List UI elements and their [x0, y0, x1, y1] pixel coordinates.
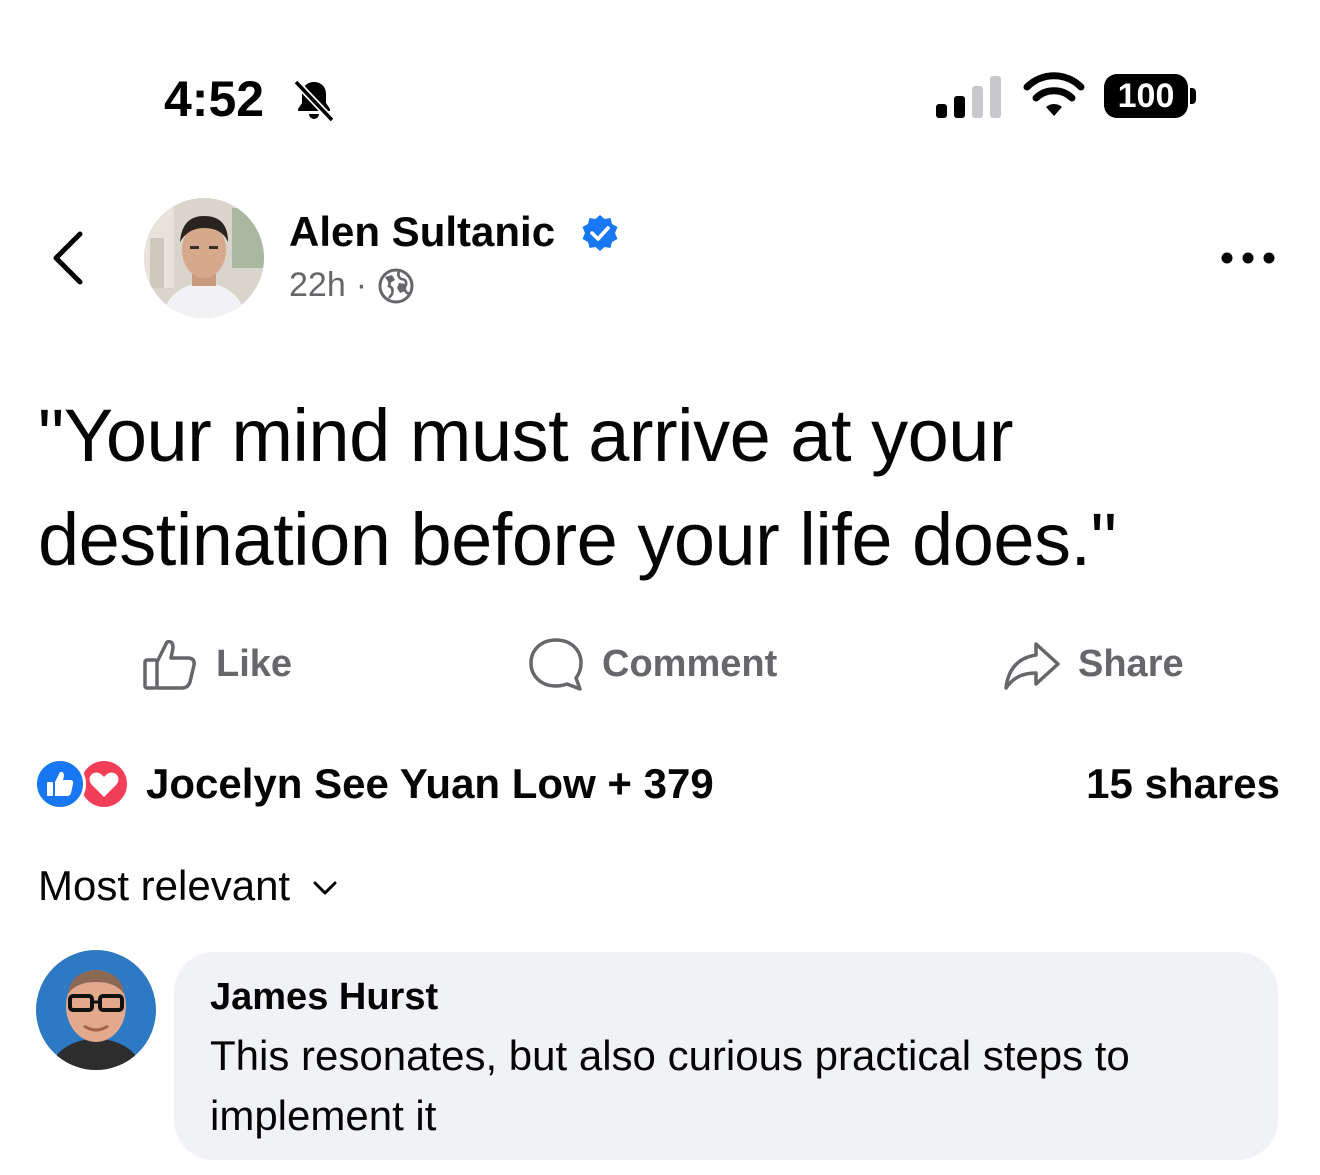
comment-button[interactable]: Comment	[526, 634, 777, 694]
shares-count[interactable]: 15 shares	[1086, 760, 1280, 808]
author-avatar-image	[144, 198, 264, 318]
comment-label: Comment	[602, 642, 778, 685]
globe-icon[interactable]	[377, 267, 415, 305]
wifi-icon	[1023, 72, 1085, 116]
reaction-icons[interactable]	[34, 758, 134, 810]
sort-label: Most relevant	[38, 862, 291, 909]
more-options-icon[interactable]	[1218, 244, 1278, 272]
comments-sort-dropdown[interactable]: Most relevant	[38, 862, 340, 910]
commenter-avatar-image	[36, 950, 156, 1070]
bell-slash-icon	[293, 79, 335, 123]
back-chevron-icon[interactable]	[46, 228, 90, 288]
comment-author[interactable]: James Hurst	[210, 976, 438, 1019]
post-meta: 22h ·	[289, 266, 415, 305]
comment-bubble-icon	[529, 638, 583, 691]
battery-icon: 100	[1104, 74, 1188, 118]
share-label: Share	[1078, 642, 1184, 685]
cellular-signal-icon	[936, 76, 1001, 118]
battery-level: 100	[1117, 76, 1175, 115]
status-time: 4:52	[164, 71, 265, 127]
like-reaction-icon	[34, 758, 86, 810]
meta-separator: ·	[355, 266, 368, 304]
like-button[interactable]: Like	[140, 634, 292, 694]
thumbs-up-icon	[143, 639, 196, 690]
share-arrow-icon	[1004, 642, 1060, 690]
commenter-avatar[interactable]	[36, 950, 156, 1070]
author-avatar[interactable]	[144, 198, 264, 318]
reactors-count[interactable]: Jocelyn See Yuan Low + 379	[146, 760, 714, 808]
share-button[interactable]: Share	[1002, 634, 1184, 694]
comment-text: This resonates, but also curious practic…	[210, 1032, 1130, 1139]
battery-nub	[1190, 88, 1196, 104]
post-time: 22h	[289, 266, 346, 304]
post-text: "Your mind must arrive at your destinati…	[38, 394, 1117, 581]
like-label: Like	[216, 642, 293, 685]
verified-badge-icon	[582, 215, 618, 251]
chevron-down-icon	[313, 881, 337, 895]
author-name[interactable]: Alen Sultanic	[289, 208, 555, 256]
